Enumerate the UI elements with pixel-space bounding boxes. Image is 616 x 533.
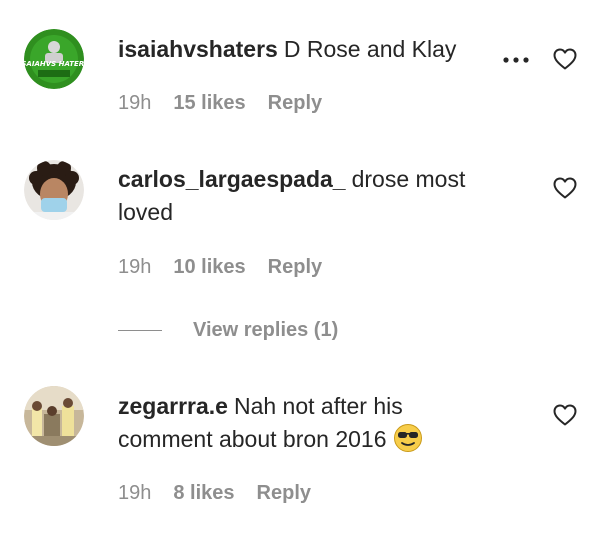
comment-meta: 19h 10 likes Reply — [118, 253, 322, 281]
comment-time: 19h — [118, 255, 152, 278]
reply-button[interactable]: Reply — [257, 482, 311, 505]
comment-meta: 19h 15 likes Reply — [118, 89, 322, 117]
likes-count[interactable]: 15 likes — [173, 92, 245, 115]
more-options-icon[interactable] — [502, 55, 530, 65]
comment-body: isaiahvshaters D Rose and Klay — [118, 33, 498, 66]
heart-icon[interactable] — [553, 48, 577, 70]
avatar[interactable] — [24, 386, 84, 446]
view-replies-divider — [118, 329, 162, 331]
comment-meta: 19h 8 likes Reply — [118, 479, 311, 507]
comment-body: carlos_largaespada_ drose most loved — [118, 163, 498, 229]
comment-username[interactable]: zegarrra.e — [118, 393, 228, 419]
comment-username[interactable]: carlos_largaespada_ — [118, 166, 346, 192]
avatar[interactable]: ISAIAHVS HATERS — [24, 29, 84, 89]
comment-text: D Rose and Klay — [283, 36, 457, 62]
avatar-text: ISAIAHVS HATERS — [24, 60, 84, 68]
view-replies-button[interactable]: View replies (1) — [118, 316, 338, 344]
heart-icon[interactable] — [553, 177, 577, 199]
likes-count[interactable]: 8 likes — [173, 482, 234, 505]
comment-time: 19h — [118, 91, 152, 114]
comment-time: 19h — [118, 481, 152, 504]
sunglasses-emoji-icon — [393, 423, 423, 462]
comment-body: zegarrra.e Nah not after his comment abou… — [118, 390, 498, 462]
reply-button[interactable]: Reply — [268, 92, 322, 115]
avatar[interactable] — [24, 160, 84, 220]
comment-username[interactable]: isaiahvshaters — [118, 36, 278, 62]
view-replies-label: View replies (1) — [193, 318, 339, 341]
likes-count[interactable]: 10 likes — [173, 256, 245, 279]
heart-icon[interactable] — [553, 404, 577, 426]
reply-button[interactable]: Reply — [268, 256, 322, 279]
